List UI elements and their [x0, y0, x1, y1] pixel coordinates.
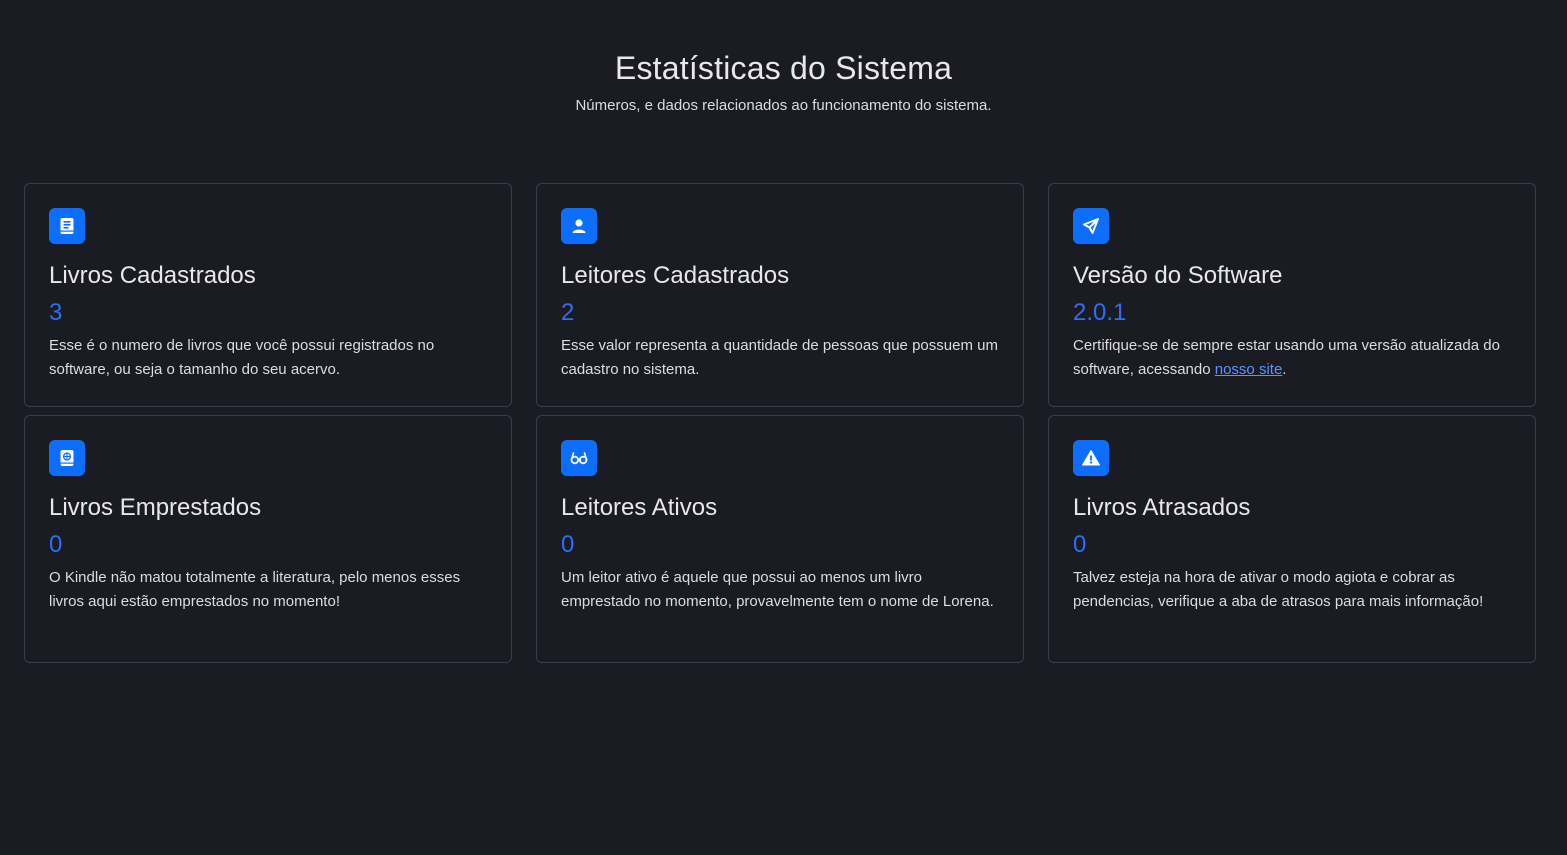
description-end: .	[1282, 361, 1287, 378]
card-title: Livros Atrasados	[1073, 494, 1251, 521]
stats-grid: Livros Cadastrados 3 Esse é o numero de …	[24, 183, 1536, 663]
journal-globe-icon	[49, 440, 85, 476]
card-title: Leitores Cadastrados	[561, 262, 790, 289]
stat-card-leitores-ativos: Leitores Ativos 0 Um leitor ativo é aque…	[536, 415, 1024, 663]
card-description: Esse valor representa a quantidade de pe…	[561, 337, 998, 378]
eyeglasses-icon	[561, 440, 597, 476]
page-header: Estatísticas do Sistema Números, e dados…	[0, 50, 1567, 114]
card-title: Livros Emprestados	[49, 494, 262, 521]
card-value: 2	[561, 299, 575, 326]
card-title: Versão do Software	[1073, 262, 1283, 289]
person-icon	[561, 208, 597, 244]
card-description: O Kindle não matou totalmente a literatu…	[49, 569, 461, 610]
site-link[interactable]: nosso site	[1215, 361, 1283, 378]
stat-card-livros-atrasados: Livros Atrasados 0 Talvez esteja na hora…	[1048, 415, 1536, 663]
stat-card-versao-software: Versão do Software 2.0.1 Certifique-se d…	[1048, 183, 1536, 407]
card-description: Um leitor ativo é aquele que possui ao m…	[561, 569, 994, 610]
card-value: 3	[49, 299, 63, 326]
stat-card-livros-cadastrados: Livros Cadastrados 3 Esse é o numero de …	[24, 183, 512, 407]
card-value: 0	[49, 531, 63, 558]
page-subtitle: Números, e dados relacionados ao funcion…	[575, 97, 992, 114]
card-value: 2.0.1	[1073, 299, 1127, 326]
page-title: Estatísticas do Sistema	[614, 50, 953, 86]
card-title: Livros Cadastrados	[49, 262, 256, 289]
card-description: Esse é o numero de livros que você possu…	[49, 337, 435, 378]
send-icon	[1073, 208, 1109, 244]
card-value: 0	[1073, 531, 1087, 558]
card-description: Certifique-se de sempre estar usando uma…	[1073, 334, 1511, 382]
warning-icon	[1073, 440, 1109, 476]
card-description: Talvez esteja na hora de ativar o modo a…	[1073, 569, 1484, 610]
book-icon	[49, 208, 85, 244]
stat-card-livros-emprestados: Livros Emprestados 0 O Kindle não matou …	[24, 415, 512, 663]
card-title: Leitores Ativos	[561, 494, 718, 521]
statistics-page: Estatísticas do Sistema Números, e dados…	[0, 0, 1567, 855]
stat-card-leitores-cadastrados: Leitores Cadastrados 2 Esse valor repres…	[536, 183, 1024, 407]
card-value: 0	[561, 531, 575, 558]
